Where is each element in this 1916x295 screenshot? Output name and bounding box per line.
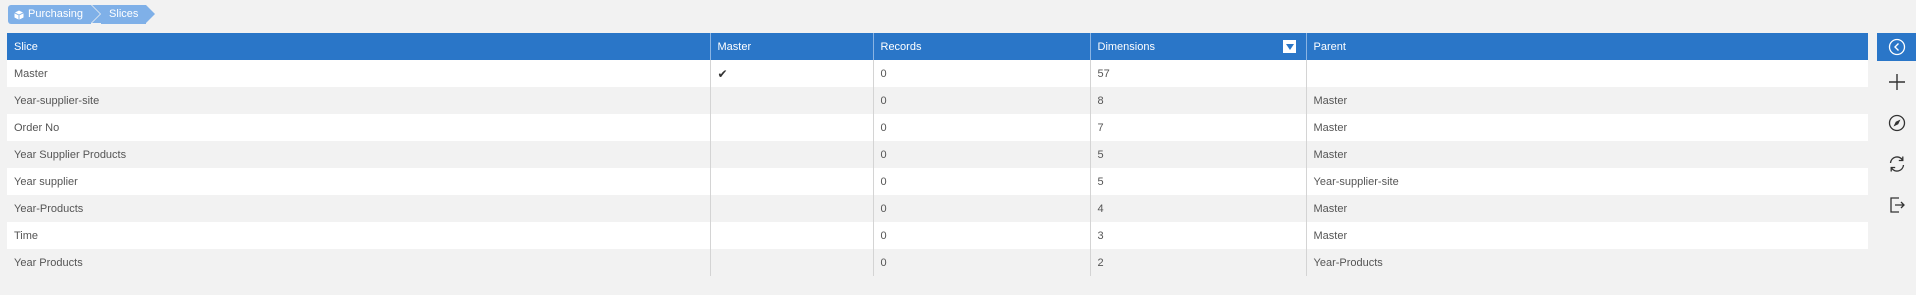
export-icon [1889,196,1905,213]
breadcrumb: Purchasing Slices [8,5,156,24]
cell-slice: Order No [7,114,711,141]
cell-parent: Year-Products [1306,249,1868,276]
compass-icon [1888,114,1905,131]
collapse-panel-button[interactable] [1877,33,1916,61]
cell-records: 0 [873,222,1091,249]
cell-parent: Master [1306,141,1868,168]
cell-dimensions: 5 [1090,168,1307,195]
cell-slice: Time [7,222,711,249]
refresh-icon [1889,155,1904,172]
cell-master [710,195,874,222]
cell-master [710,87,874,114]
slices-grid: Slice Master Records Dimensions Parent M… [7,33,1868,276]
sort-dropdown-icon[interactable] [1282,40,1296,53]
cell-parent: Master [1306,222,1868,249]
cell-parent: Master [1306,114,1868,141]
table-row[interactable]: Year-Products 0 4 Master [7,195,1868,222]
column-header-parent[interactable]: Parent [1306,33,1868,60]
cell-dimensions: 2 [1090,249,1307,276]
slices-table: Slice Master Records Dimensions Parent M… [7,33,1868,276]
cell-records: 0 [873,60,1091,87]
column-header-dimensions-label: Dimensions [1097,40,1155,53]
cell-master [710,114,874,141]
column-header-records[interactable]: Records [873,33,1091,60]
cell-dimensions: 7 [1090,114,1307,141]
collapse-icon [1888,38,1905,56]
breadcrumb-slices-label: Slices [109,8,139,20]
breadcrumb-slices[interactable]: Slices [91,5,156,24]
cell-slice: Year Products [7,249,711,276]
add-icon [1888,73,1905,90]
cell-slice: Master [7,60,711,87]
cell-master: ✔ [710,60,874,87]
table-row[interactable]: Time 0 3 Master [7,222,1868,249]
checkmark-icon: ✔ [717,66,728,81]
table-row[interactable]: Year-supplier-site 0 8 Master [7,87,1868,114]
refresh-button[interactable] [1877,143,1916,184]
cell-parent [1306,60,1868,87]
table-header-row: Slice Master Records Dimensions Parent [7,33,1868,60]
cell-dimensions: 57 [1090,60,1307,87]
breadcrumb-purchasing[interactable]: Purchasing [8,5,101,24]
cell-records: 0 [873,195,1091,222]
cell-records: 0 [873,87,1091,114]
column-header-master[interactable]: Master [710,33,874,60]
cell-master [710,168,874,195]
navigate-button[interactable] [1877,102,1916,143]
cell-dimensions: 3 [1090,222,1307,249]
cell-master [710,222,874,249]
export-button[interactable] [1877,184,1916,225]
table-row[interactable]: Year Supplier Products 0 5 Master [7,141,1868,168]
cell-dimensions: 5 [1090,141,1307,168]
cell-records: 0 [873,249,1091,276]
table-row[interactable]: Year supplier 0 5 Year-supplier-site [7,168,1868,195]
cell-parent: Master [1306,195,1868,222]
cell-records: 0 [873,168,1091,195]
cell-master [710,141,874,168]
breadcrumb-purchasing-label: Purchasing [28,8,84,20]
cell-parent: Year-supplier-site [1306,168,1868,195]
add-button[interactable] [1877,61,1916,102]
cell-slice: Year Supplier Products [7,141,711,168]
column-header-slice[interactable]: Slice [7,33,711,60]
cell-records: 0 [873,114,1091,141]
cell-slice: Year supplier [7,168,711,195]
table-row[interactable]: Year Products 0 2 Year-Products [7,249,1868,276]
cell-records: 0 [873,141,1091,168]
right-toolbar [1877,33,1916,225]
table-row[interactable]: Master ✔ 0 57 [7,60,1868,87]
table-row[interactable]: Order No 0 7 Master [7,114,1868,141]
cell-slice: Year-supplier-site [7,87,711,114]
cell-dimensions: 4 [1090,195,1307,222]
cell-master [710,249,874,276]
cell-parent: Master [1306,87,1868,114]
column-header-dimensions[interactable]: Dimensions [1090,33,1307,60]
cell-dimensions: 8 [1090,87,1307,114]
cell-slice: Year-Products [7,195,711,222]
cube-icon [14,10,24,20]
